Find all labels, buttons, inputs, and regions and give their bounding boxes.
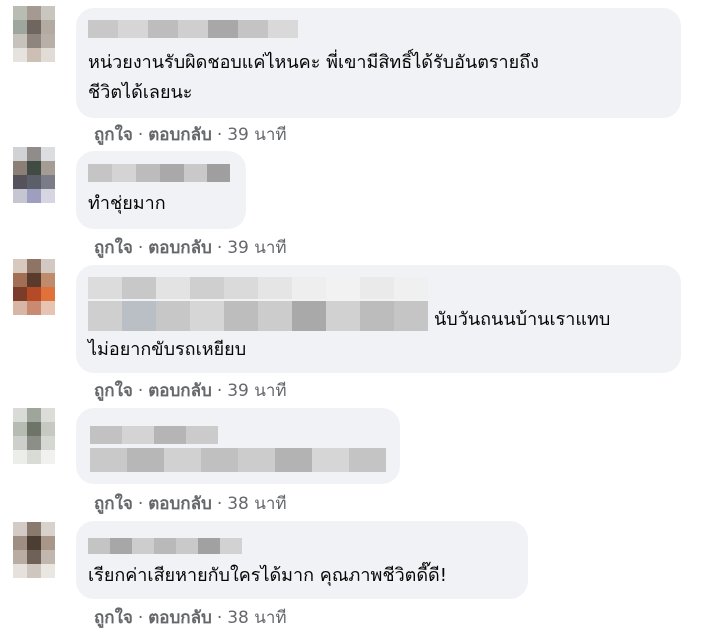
comment-actions: ถูกใจ · ตอบกลับ · 38 นาที xyxy=(94,494,287,514)
blurred-author-name[interactable] xyxy=(88,20,298,38)
comment-text: หน่วยงานรับผิดชอบแค่ไหนคะ พี่เขามีสิทธิ์… xyxy=(88,52,539,103)
timestamp[interactable]: 38 นาที xyxy=(227,608,286,628)
like-link[interactable]: ถูกใจ xyxy=(94,381,133,401)
like-link[interactable]: ถูกใจ xyxy=(94,238,133,258)
reply-link[interactable]: ตอบกลับ xyxy=(148,125,212,145)
avatar[interactable] xyxy=(13,6,55,62)
comment-text: ทำชุ่ยมาก xyxy=(88,193,166,214)
reply-link[interactable]: ตอบกลับ xyxy=(148,494,212,514)
comment-bubble xyxy=(76,408,400,484)
reply-link[interactable]: ตอบกลับ xyxy=(148,608,212,628)
like-link[interactable]: ถูกใจ xyxy=(94,608,133,628)
timestamp[interactable]: 39 นาที xyxy=(227,238,286,258)
comment-text: เรียกค่าเสียหายกับใครได้มาก คุณภาพชีวิตด… xyxy=(88,565,447,586)
comment-actions: ถูกใจ · ตอบกลับ · 39 นาที xyxy=(94,238,287,258)
avatar[interactable] xyxy=(13,147,55,203)
comment-text-tail: นับวันถนนบ้านเราแทบ xyxy=(434,309,611,330)
reply-link[interactable]: ตอบกลับ xyxy=(148,381,212,401)
avatar[interactable] xyxy=(13,259,55,315)
blurred-comment-text xyxy=(90,448,386,472)
blurred-author-name[interactable] xyxy=(88,164,230,182)
avatar[interactable] xyxy=(13,408,55,464)
like-link[interactable]: ถูกใจ xyxy=(94,125,133,145)
comment-actions: ถูกใจ · ตอบกลับ · 38 นาที xyxy=(94,608,287,628)
blurred-author-name[interactable] xyxy=(90,426,218,444)
comment-bubble: ทำชุ่ยมาก xyxy=(76,151,246,229)
blurred-author-name[interactable] xyxy=(88,538,242,554)
comment-bubble: หน่วยงานรับผิดชอบแค่ไหนคะ พี่เขามีสิทธิ์… xyxy=(76,8,681,118)
blurred-author-text-line1[interactable] xyxy=(88,277,428,299)
blurred-text-line2 xyxy=(88,301,428,331)
comment-bubble: เรียกค่าเสียหายกับใครได้มาก คุณภาพชีวิตด… xyxy=(76,521,528,599)
like-link[interactable]: ถูกใจ xyxy=(94,494,133,514)
comment-bubble: นับวันถนนบ้านเราแทบ ไม่อยากขับรถเหยียบ xyxy=(76,265,681,373)
timestamp[interactable]: 38 นาที xyxy=(227,494,286,514)
timestamp[interactable]: 39 นาที xyxy=(227,125,286,145)
timestamp[interactable]: 39 นาที xyxy=(227,381,286,401)
reply-link[interactable]: ตอบกลับ xyxy=(148,238,212,258)
comment-actions: ถูกใจ · ตอบกลับ · 39 นาที xyxy=(94,125,287,145)
comment-text: ไม่อยากขับรถเหยียบ xyxy=(88,339,247,360)
comment-actions: ถูกใจ · ตอบกลับ · 39 นาที xyxy=(94,381,287,401)
avatar[interactable] xyxy=(13,522,55,578)
